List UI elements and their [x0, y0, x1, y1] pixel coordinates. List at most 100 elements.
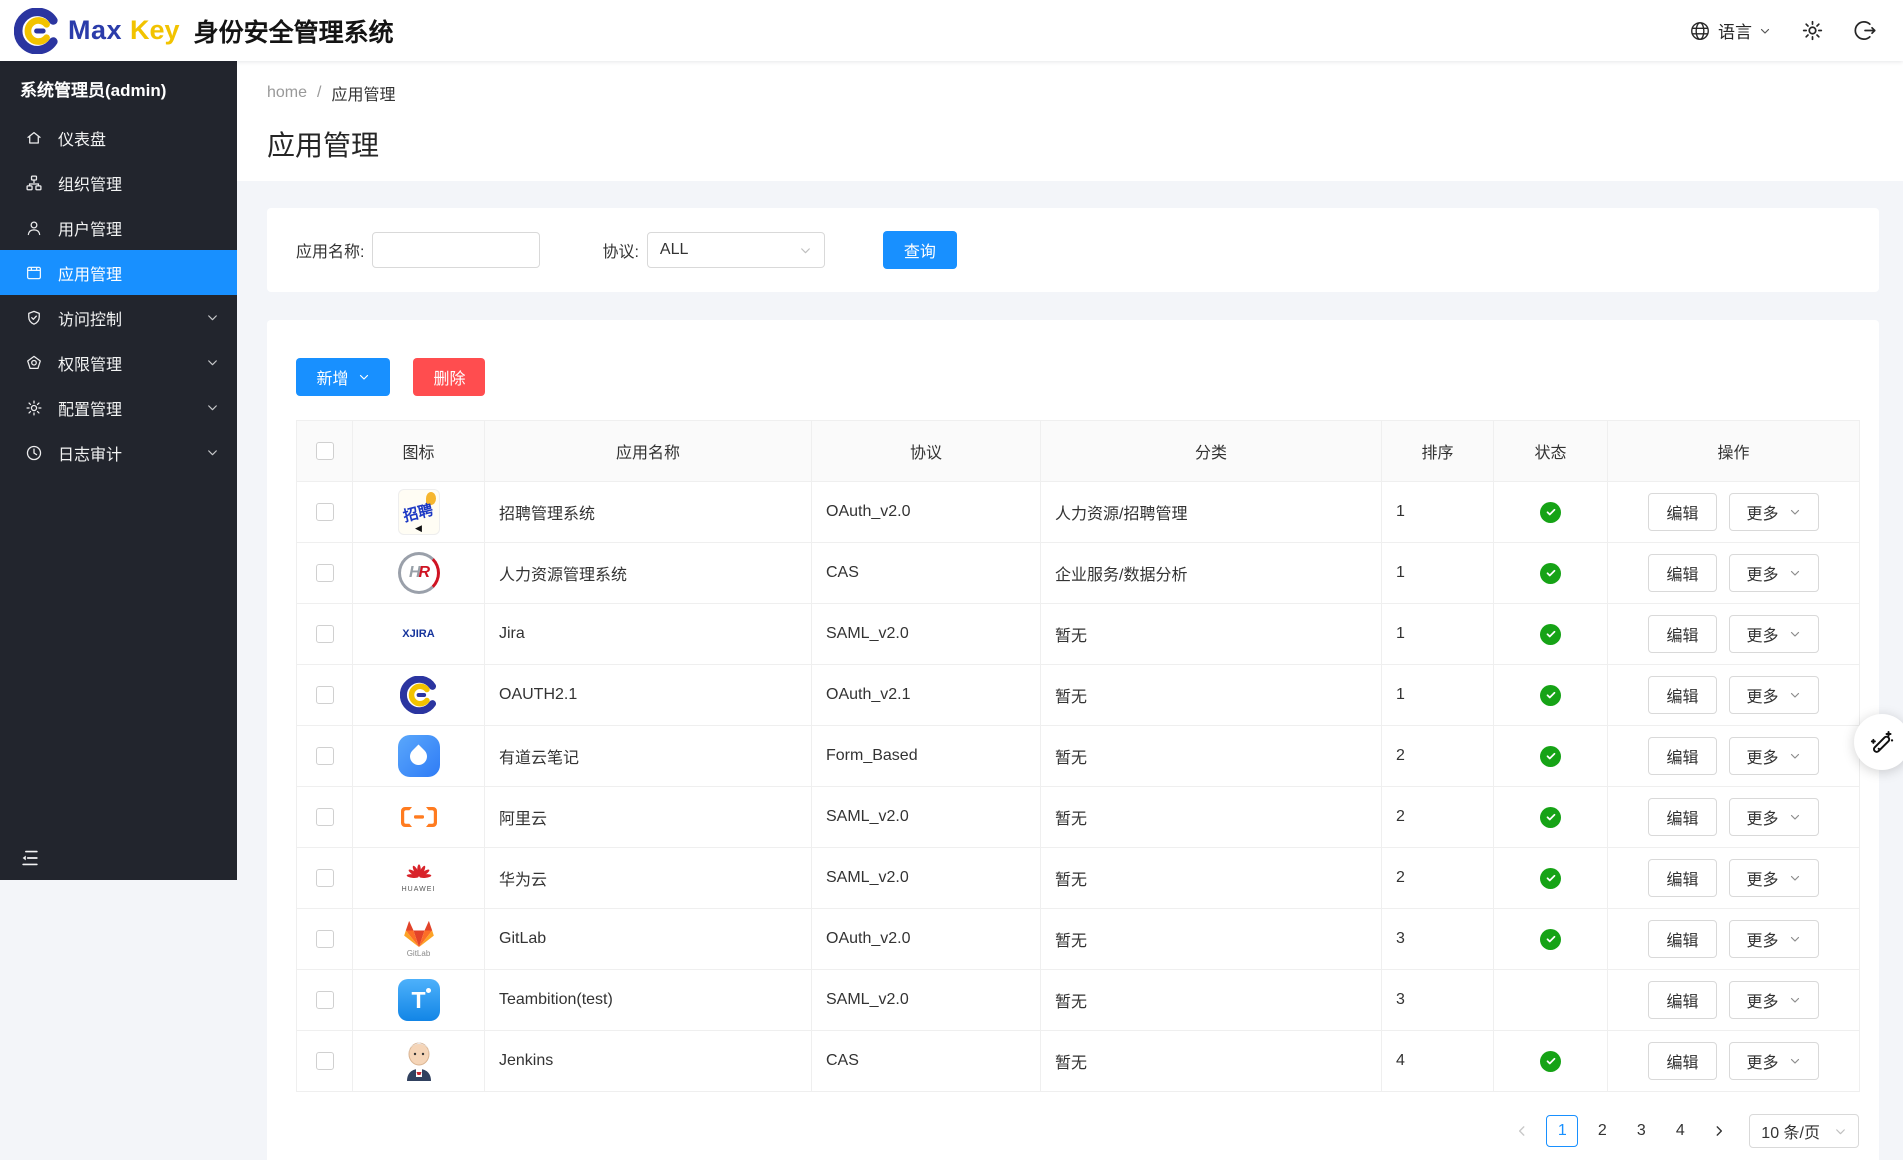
protocol-cell: SAML_v2.0 — [812, 848, 1041, 909]
protocol-cell: Form_Based — [812, 726, 1041, 787]
more-button-label: 更多 — [1747, 1049, 1779, 1073]
category-cell: 暂无 — [1041, 909, 1382, 970]
table-row: 阿里云SAML_v2.0暂无2编辑更多 — [297, 787, 1860, 848]
chevron-down-icon — [1789, 811, 1801, 823]
language-menu[interactable]: 语言 — [1689, 18, 1771, 43]
sort-cell: 2 — [1382, 787, 1494, 848]
more-button[interactable]: 更多 — [1729, 554, 1819, 592]
page-button-1[interactable]: 1 — [1546, 1115, 1578, 1147]
sidebar-item-audit-log[interactable]: 日志审计 — [0, 430, 237, 475]
hr-app-logo-icon: HR — [398, 564, 440, 581]
more-button-label: 更多 — [1747, 988, 1779, 1012]
row-checkbox[interactable] — [316, 991, 334, 1009]
category-cell: 暂无 — [1041, 848, 1382, 909]
edit-button[interactable]: 编辑 — [1648, 615, 1716, 653]
row-checkbox[interactable] — [316, 930, 334, 948]
edit-button[interactable]: 编辑 — [1648, 676, 1716, 714]
more-button-label: 更多 — [1747, 927, 1779, 951]
delete-button[interactable]: 删除 — [413, 358, 485, 396]
chevron-down-icon — [206, 311, 219, 324]
settings-gear-button[interactable] — [1801, 19, 1824, 42]
pagination: 1 2 3 4 10 条/页 — [296, 1114, 1859, 1148]
recruitment-app-logo-icon: 招聘◀ — [398, 503, 440, 520]
edit-button[interactable]: 编辑 — [1648, 798, 1716, 836]
column-header-app-name: 应用名称 — [485, 421, 812, 482]
more-button[interactable]: 更多 — [1729, 493, 1819, 531]
sidebar-item-label: 日志审计 — [58, 441, 122, 465]
breadcrumb-current: 应用管理 — [331, 81, 395, 105]
prev-page-button[interactable] — [1507, 1115, 1537, 1147]
gitlab-app-logo-icon: GitLab — [404, 930, 434, 947]
chevron-down-icon — [358, 371, 370, 383]
page-button-2[interactable]: 2 — [1587, 1115, 1617, 1147]
page-button-3[interactable]: 3 — [1626, 1115, 1656, 1147]
more-button-label: 更多 — [1747, 744, 1779, 768]
category-cell: 暂无 — [1041, 665, 1382, 726]
more-button[interactable]: 更多 — [1729, 798, 1819, 836]
protocol-cell: OAuth_v2.0 — [812, 909, 1041, 970]
more-button[interactable]: 更多 — [1729, 737, 1819, 775]
row-checkbox[interactable] — [316, 564, 334, 582]
more-button[interactable]: 更多 — [1729, 920, 1819, 958]
edit-button[interactable]: 编辑 — [1648, 981, 1716, 1019]
sidebar: 系统管理员(admin) 仪表盘 组织管理 用户管理 应用管理 访问控制 权限管… — [0, 61, 237, 880]
edit-button[interactable]: 编辑 — [1648, 737, 1716, 775]
protocol-select[interactable]: ALL — [647, 232, 825, 268]
row-checkbox[interactable] — [316, 747, 334, 765]
edit-button[interactable]: 编辑 — [1648, 1042, 1716, 1080]
category-cell: 暂无 — [1041, 1031, 1382, 1092]
brand-key: Key — [130, 15, 180, 46]
sidebar-collapse-button[interactable] — [19, 847, 41, 869]
edit-button[interactable]: 编辑 — [1648, 859, 1716, 897]
sidebar-item-label: 用户管理 — [58, 216, 122, 240]
more-button[interactable]: 更多 — [1729, 859, 1819, 897]
sort-cell: 1 — [1382, 482, 1494, 543]
page-size-select[interactable]: 10 条/页 — [1749, 1114, 1859, 1148]
protocol-cell: OAuth_v2.0 — [812, 482, 1041, 543]
more-button[interactable]: 更多 — [1729, 615, 1819, 653]
gear-icon — [25, 399, 43, 417]
dashboard-home-icon — [25, 129, 43, 147]
more-button[interactable]: 更多 — [1729, 1042, 1819, 1080]
select-all-checkbox[interactable] — [316, 442, 334, 460]
edit-button[interactable]: 编辑 — [1648, 493, 1716, 531]
edit-button[interactable]: 编辑 — [1648, 554, 1716, 592]
table-row: XJIRAJiraSAML_v2.0暂无1编辑更多 — [297, 604, 1860, 665]
more-button[interactable]: 更多 — [1729, 676, 1819, 714]
more-button[interactable]: 更多 — [1729, 981, 1819, 1019]
logout-button[interactable] — [1854, 19, 1877, 42]
row-checkbox[interactable] — [316, 808, 334, 826]
table-row: 招聘◀招聘管理系统OAuth_v2.0人力资源/招聘管理1编辑更多 — [297, 482, 1860, 543]
page-button-4[interactable]: 4 — [1665, 1115, 1695, 1147]
actions-cell: 编辑 更多 — [1608, 665, 1860, 726]
sidebar-item-applications[interactable]: 应用管理 — [0, 250, 237, 295]
menu-fold-icon — [19, 847, 41, 869]
more-button-label: 更多 — [1747, 683, 1779, 707]
edit-button[interactable]: 编辑 — [1648, 920, 1716, 958]
more-button-label: 更多 — [1747, 561, 1779, 585]
sidebar-item-configuration[interactable]: 配置管理 — [0, 385, 237, 430]
table-toolbar: 新增 删除 — [296, 358, 1859, 396]
add-button[interactable]: 新增 — [296, 358, 390, 396]
sidebar-item-dashboard[interactable]: 仪表盘 — [0, 115, 237, 160]
search-panel: 应用名称: 协议: ALL 查询 — [267, 208, 1879, 292]
app-name-input[interactable] — [372, 232, 540, 268]
next-page-button[interactable] — [1704, 1115, 1734, 1147]
magic-wand-icon — [1868, 728, 1896, 756]
breadcrumb-home-link[interactable]: home — [267, 84, 307, 102]
row-checkbox[interactable] — [316, 503, 334, 521]
row-checkbox[interactable] — [316, 625, 334, 643]
search-button[interactable]: 查询 — [883, 231, 957, 269]
row-checkbox[interactable] — [316, 1052, 334, 1070]
sidebar-item-label: 配置管理 — [58, 396, 122, 420]
chevron-down-icon — [206, 401, 219, 414]
sidebar-item-access-control[interactable]: 访问控制 — [0, 295, 237, 340]
sidebar-item-users[interactable]: 用户管理 — [0, 205, 237, 250]
sidebar-item-organization[interactable]: 组织管理 — [0, 160, 237, 205]
clock-icon — [25, 444, 43, 462]
row-checkbox[interactable] — [316, 869, 334, 887]
magic-wand-floating-button[interactable] — [1854, 714, 1903, 770]
row-checkbox[interactable] — [316, 686, 334, 704]
sidebar-item-permissions[interactable]: 权限管理 — [0, 340, 237, 385]
more-button-label: 更多 — [1747, 500, 1779, 524]
